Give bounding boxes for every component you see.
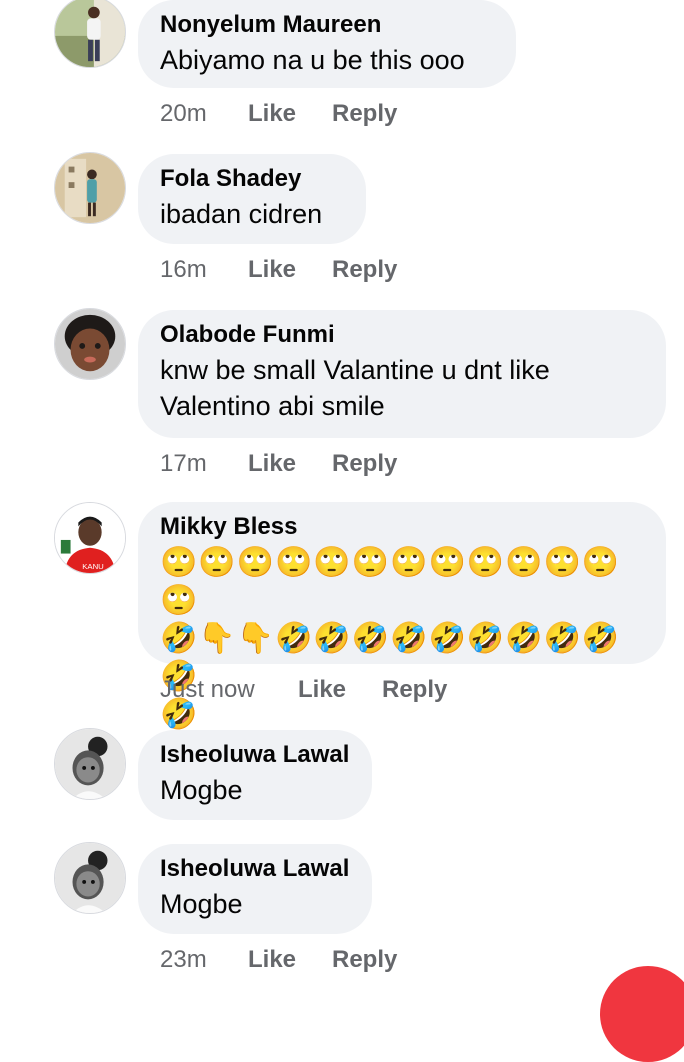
commenter-name[interactable]: Nonyelum Maureen [160, 8, 494, 42]
reply-button[interactable]: Reply [332, 254, 397, 286]
like-button[interactable]: Like [248, 254, 296, 286]
avatar-label: KANU [82, 562, 104, 571]
comment-timestamp[interactable]: 20m [160, 98, 207, 130]
commenter-name[interactable]: Isheoluwa Lawal [160, 852, 350, 886]
comment-text: Abiyamo na u be this ooo [160, 45, 465, 75]
girl-bw-icon [55, 729, 125, 799]
like-button[interactable]: Like [248, 448, 296, 480]
like-button[interactable]: Like [248, 944, 296, 976]
comment-bubble: Isheoluwa Lawal Mogbe [138, 730, 372, 820]
reply-button[interactable]: Reply [332, 448, 397, 480]
reply-button[interactable]: Reply [332, 944, 397, 976]
comment-timestamp[interactable]: 16m [160, 254, 207, 286]
comment-bubble: Nonyelum Maureen Abiyamo na u be this oo… [138, 0, 516, 88]
like-button[interactable]: Like [298, 674, 346, 706]
man-red-shirt-icon: KANU [55, 503, 125, 573]
comment-text: Mogbe [160, 775, 243, 805]
commenter-name[interactable]: Olabode Funmi [160, 318, 644, 352]
avatar[interactable] [54, 308, 126, 380]
comment-timestamp[interactable]: 23m [160, 944, 207, 976]
avatar[interactable] [54, 152, 126, 224]
reply-button[interactable]: Reply [382, 674, 447, 706]
comment-bubble: Fola Shadey ibadan cidren [138, 154, 366, 244]
avatar[interactable]: KANU [54, 502, 126, 574]
comment-text: ibadan cidren [160, 199, 323, 229]
commenter-name[interactable]: Mikky Bless [160, 510, 644, 544]
comment-bubble: Isheoluwa Lawal Mogbe [138, 844, 372, 934]
comment-text: Mogbe [160, 889, 243, 919]
like-button[interactable]: Like [248, 98, 296, 130]
child-outdoors-icon [55, 153, 125, 223]
girl-bw-icon [55, 843, 125, 913]
floating-action-button[interactable] [600, 966, 684, 1062]
baby-face-icon [55, 309, 125, 379]
commenter-name[interactable]: Fola Shadey [160, 162, 344, 196]
woman-standing-icon [55, 0, 125, 67]
avatar[interactable] [54, 0, 126, 68]
comment-timestamp[interactable]: Just now [160, 674, 255, 706]
avatar[interactable] [54, 728, 126, 800]
comment-text: knw be small Valantine u dnt like Valent… [160, 355, 550, 421]
avatar[interactable] [54, 842, 126, 914]
commenter-name[interactable]: Isheoluwa Lawal [160, 738, 350, 772]
comment-timestamp[interactable]: 17m [160, 448, 207, 480]
comment-bubble: Olabode Funmi knw be small Valantine u d… [138, 310, 666, 438]
reply-button[interactable]: Reply [332, 98, 397, 130]
emoji-row: 🙄🙄🙄🙄🙄🙄🙄🙄🙄🙄🙄🙄🙄 [160, 545, 621, 618]
comment-bubble: Mikky Bless 🙄🙄🙄🙄🙄🙄🙄🙄🙄🙄🙄🙄🙄 🤣👇👇🤣🤣🤣🤣🤣🤣🤣🤣🤣🤣 … [138, 502, 666, 732]
